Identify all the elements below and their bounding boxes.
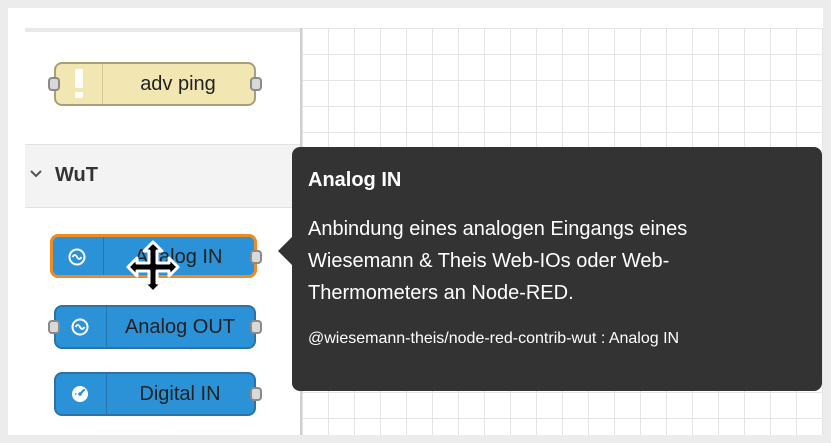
output-port — [250, 387, 262, 401]
node-label: adv ping — [140, 73, 216, 95]
node-label: Digital IN — [139, 383, 221, 405]
node-help-tooltip: Analog IN Anbindung eines analogen Einga… — [278, 147, 822, 391]
palette-node-digital-in[interactable]: Digital IN — [54, 372, 262, 416]
category-label: WuT — [55, 164, 98, 186]
palette-node-analog-out[interactable]: Analog OUT — [48, 305, 262, 349]
move-cursor-icon — [126, 240, 180, 294]
output-port — [250, 77, 262, 91]
palette-category-wut[interactable]: WuT — [25, 144, 300, 208]
palette-separator — [25, 28, 300, 32]
node-icon-area — [53, 237, 104, 275]
node-icon-area — [56, 374, 107, 414]
output-port — [250, 250, 262, 264]
node-icon-area — [56, 307, 107, 347]
editor-frame: adv ping WuT Analog IN Analog OUT Digita… — [8, 8, 823, 435]
gauge-icon — [72, 386, 88, 402]
wave-icon — [68, 248, 86, 266]
output-port — [250, 320, 262, 334]
tooltip-title: Analog IN — [308, 169, 402, 191]
node-palette: adv ping WuT Analog IN Analog OUT Digita… — [8, 8, 300, 435]
tooltip-source: @wiesemann-theis/node-red-contrib-wut : … — [308, 330, 680, 347]
node-label: Analog OUT — [124, 316, 236, 338]
chevron-down-icon[interactable] — [29, 163, 49, 183]
tooltip-description: Anbindung eines analogen Eingangs eines … — [308, 218, 688, 304]
node-icon-area — [56, 64, 103, 104]
palette-node-adv-ping[interactable]: adv ping — [48, 62, 262, 106]
wave-icon — [71, 318, 89, 336]
warning-icon — [75, 69, 83, 98]
tooltip-arrow — [278, 237, 292, 265]
